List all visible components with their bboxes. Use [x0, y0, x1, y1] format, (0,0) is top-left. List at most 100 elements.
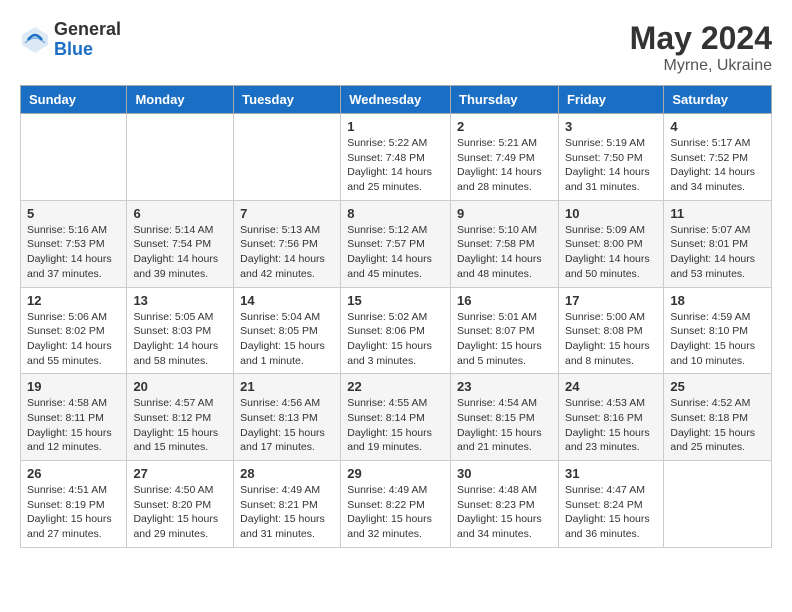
- title-block: May 2024 Myrne, Ukraine: [630, 20, 772, 75]
- day-info: Sunrise: 4:50 AM Sunset: 8:20 PM Dayligh…: [133, 483, 227, 542]
- calendar-cell: 26 Sunrise: 4:51 AM Sunset: 8:19 PM Dayli…: [21, 461, 127, 548]
- calendar-cell: 31Sunrise: 4:47 AM Sunset: 8:24 PM Dayli…: [558, 461, 663, 548]
- day-info: Sunrise: 5:13 AM Sunset: 7:56 PM Dayligh…: [240, 223, 334, 282]
- day-number: 16: [457, 293, 552, 308]
- weekday-header-thursday: Thursday: [451, 86, 559, 114]
- day-info: Sunrise: 4:49 AM Sunset: 8:22 PM Dayligh…: [347, 483, 444, 542]
- calendar-cell: 24 Sunrise: 4:53 AM Sunset: 8:16 PM Dayli…: [558, 374, 663, 461]
- calendar-cell: 9 Sunrise: 5:10 AM Sunset: 7:58 PM Daylig…: [451, 200, 559, 287]
- day-info: Sunrise: 5:14 AM Sunset: 7:54 PM Dayligh…: [133, 223, 227, 282]
- page-header: General Blue May 2024 Myrne, Ukraine: [20, 20, 772, 75]
- day-info: Sunrise: 5:00 AM Sunset: 8:08 PM Dayligh…: [565, 310, 657, 369]
- calendar-cell: 6 Sunrise: 5:14 AM Sunset: 7:54 PM Daylig…: [127, 200, 234, 287]
- day-number: 15: [347, 293, 444, 308]
- day-number: 31: [565, 466, 657, 481]
- day-number: 11: [670, 206, 765, 221]
- day-number: 29: [347, 466, 444, 481]
- calendar-cell: [21, 114, 127, 201]
- calendar-header-row: SundayMondayTuesdayWednesdayThursdayFrid…: [21, 86, 772, 114]
- day-number: 24: [565, 379, 657, 394]
- day-number: 20: [133, 379, 227, 394]
- day-info: Sunrise: 5:12 AM Sunset: 7:57 PM Dayligh…: [347, 223, 444, 282]
- day-number: 13: [133, 293, 227, 308]
- weekday-header-saturday: Saturday: [664, 86, 772, 114]
- weekday-header-monday: Monday: [127, 86, 234, 114]
- day-number: 10: [565, 206, 657, 221]
- calendar-cell: 23 Sunrise: 4:54 AM Sunset: 8:15 PM Dayli…: [451, 374, 559, 461]
- day-info: Sunrise: 4:49 AM Sunset: 8:21 PM Dayligh…: [240, 483, 334, 542]
- calendar-cell: 30Sunrise: 4:48 AM Sunset: 8:23 PM Dayli…: [451, 461, 559, 548]
- weekday-header-friday: Friday: [558, 86, 663, 114]
- day-number: 22: [347, 379, 444, 394]
- logo-icon: [20, 25, 50, 55]
- day-info: Sunrise: 4:59 AM Sunset: 8:10 PM Dayligh…: [670, 310, 765, 369]
- day-number: 18: [670, 293, 765, 308]
- calendar-week-row: 26 Sunrise: 4:51 AM Sunset: 8:19 PM Dayli…: [21, 461, 772, 548]
- day-info: Sunrise: 5:09 AM Sunset: 8:00 PM Dayligh…: [565, 223, 657, 282]
- calendar-cell: 18 Sunrise: 4:59 AM Sunset: 8:10 PM Dayli…: [664, 287, 772, 374]
- calendar-cell: 16 Sunrise: 5:01 AM Sunset: 8:07 PM Dayli…: [451, 287, 559, 374]
- day-number: 21: [240, 379, 334, 394]
- day-number: 19: [27, 379, 120, 394]
- day-info: Sunrise: 5:19 AM Sunset: 7:50 PM Dayligh…: [565, 136, 657, 195]
- calendar-cell: 7 Sunrise: 5:13 AM Sunset: 7:56 PM Daylig…: [234, 200, 341, 287]
- day-info: Sunrise: 5:05 AM Sunset: 8:03 PM Dayligh…: [133, 310, 227, 369]
- day-info: Sunrise: 4:53 AM Sunset: 8:16 PM Dayligh…: [565, 396, 657, 455]
- calendar-cell: 27 Sunrise: 4:50 AM Sunset: 8:20 PM Dayli…: [127, 461, 234, 548]
- day-info: Sunrise: 5:06 AM Sunset: 8:02 PM Dayligh…: [27, 310, 120, 369]
- calendar-cell: [127, 114, 234, 201]
- day-info: Sunrise: 4:52 AM Sunset: 8:18 PM Dayligh…: [670, 396, 765, 455]
- day-info: Sunrise: 4:54 AM Sunset: 8:15 PM Dayligh…: [457, 396, 552, 455]
- calendar-cell: 19 Sunrise: 4:58 AM Sunset: 8:11 PM Dayli…: [21, 374, 127, 461]
- day-info: Sunrise: 4:51 AM Sunset: 8:19 PM Dayligh…: [27, 483, 120, 542]
- calendar-cell: 15 Sunrise: 5:02 AM Sunset: 8:06 PM Dayli…: [341, 287, 451, 374]
- calendar-week-row: 19 Sunrise: 4:58 AM Sunset: 8:11 PM Dayli…: [21, 374, 772, 461]
- day-info: Sunrise: 5:16 AM Sunset: 7:53 PM Dayligh…: [27, 223, 120, 282]
- logo-text: General Blue: [54, 20, 121, 60]
- day-number: 4: [670, 119, 765, 134]
- day-info: Sunrise: 4:58 AM Sunset: 8:11 PM Dayligh…: [27, 396, 120, 455]
- day-number: 14: [240, 293, 334, 308]
- calendar-cell: 25Sunrise: 4:52 AM Sunset: 8:18 PM Dayli…: [664, 374, 772, 461]
- day-number: 9: [457, 206, 552, 221]
- calendar-cell: 12 Sunrise: 5:06 AM Sunset: 8:02 PM Dayli…: [21, 287, 127, 374]
- day-number: 6: [133, 206, 227, 221]
- calendar-cell: 28Sunrise: 4:49 AM Sunset: 8:21 PM Dayli…: [234, 461, 341, 548]
- day-number: 1: [347, 119, 444, 134]
- calendar-cell: 20 Sunrise: 4:57 AM Sunset: 8:12 PM Dayli…: [127, 374, 234, 461]
- weekday-header-sunday: Sunday: [21, 86, 127, 114]
- day-info: Sunrise: 4:57 AM Sunset: 8:12 PM Dayligh…: [133, 396, 227, 455]
- calendar-cell: 22Sunrise: 4:55 AM Sunset: 8:14 PM Dayli…: [341, 374, 451, 461]
- calendar-week-row: 1 Sunrise: 5:22 AM Sunset: 7:48 PM Daylig…: [21, 114, 772, 201]
- day-info: Sunrise: 5:21 AM Sunset: 7:49 PM Dayligh…: [457, 136, 552, 195]
- calendar-cell: 2 Sunrise: 5:21 AM Sunset: 7:49 PM Daylig…: [451, 114, 559, 201]
- calendar-cell: 14 Sunrise: 5:04 AM Sunset: 8:05 PM Dayli…: [234, 287, 341, 374]
- weekday-header-tuesday: Tuesday: [234, 86, 341, 114]
- day-info: Sunrise: 5:01 AM Sunset: 8:07 PM Dayligh…: [457, 310, 552, 369]
- day-info: Sunrise: 5:10 AM Sunset: 7:58 PM Dayligh…: [457, 223, 552, 282]
- weekday-header-wednesday: Wednesday: [341, 86, 451, 114]
- day-number: 27: [133, 466, 227, 481]
- day-info: Sunrise: 5:02 AM Sunset: 8:06 PM Dayligh…: [347, 310, 444, 369]
- day-number: 12: [27, 293, 120, 308]
- day-info: Sunrise: 5:17 AM Sunset: 7:52 PM Dayligh…: [670, 136, 765, 195]
- calendar-cell: 13 Sunrise: 5:05 AM Sunset: 8:03 PM Dayli…: [127, 287, 234, 374]
- day-number: 7: [240, 206, 334, 221]
- day-number: 23: [457, 379, 552, 394]
- day-info: Sunrise: 5:22 AM Sunset: 7:48 PM Dayligh…: [347, 136, 444, 195]
- calendar-cell: 8 Sunrise: 5:12 AM Sunset: 7:57 PM Daylig…: [341, 200, 451, 287]
- day-info: Sunrise: 5:04 AM Sunset: 8:05 PM Dayligh…: [240, 310, 334, 369]
- day-info: Sunrise: 4:48 AM Sunset: 8:23 PM Dayligh…: [457, 483, 552, 542]
- calendar-cell: 5 Sunrise: 5:16 AM Sunset: 7:53 PM Daylig…: [21, 200, 127, 287]
- day-number: 26: [27, 466, 120, 481]
- calendar-week-row: 5 Sunrise: 5:16 AM Sunset: 7:53 PM Daylig…: [21, 200, 772, 287]
- calendar-cell: [664, 461, 772, 548]
- calendar-cell: 3Sunrise: 5:19 AM Sunset: 7:50 PM Daylig…: [558, 114, 663, 201]
- day-number: 17: [565, 293, 657, 308]
- day-number: 5: [27, 206, 120, 221]
- day-number: 8: [347, 206, 444, 221]
- day-number: 2: [457, 119, 552, 134]
- logo-general-text: General: [54, 20, 121, 40]
- calendar-cell: 1 Sunrise: 5:22 AM Sunset: 7:48 PM Daylig…: [341, 114, 451, 201]
- calendar-week-row: 12 Sunrise: 5:06 AM Sunset: 8:02 PM Dayli…: [21, 287, 772, 374]
